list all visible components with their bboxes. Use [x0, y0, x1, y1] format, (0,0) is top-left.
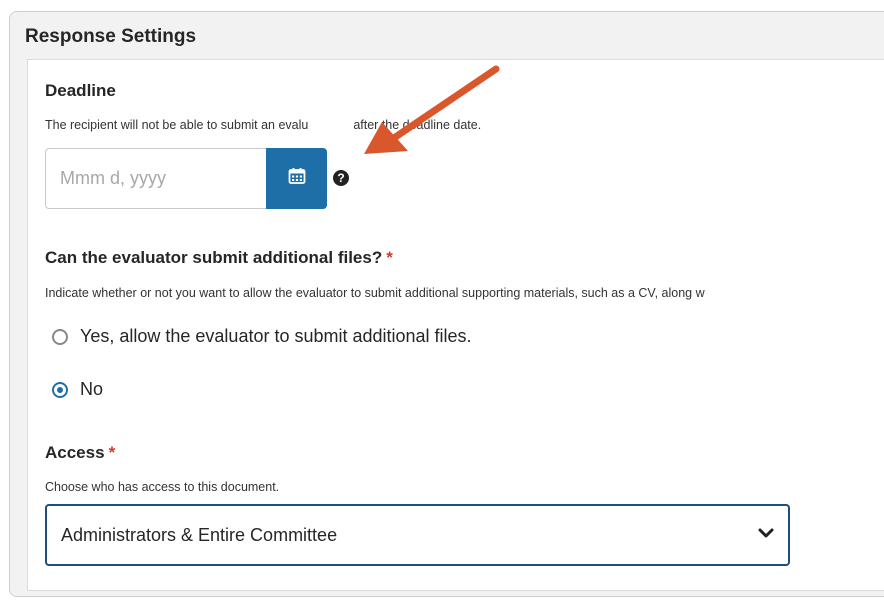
access-select[interactable]: Administrators & Entire Committee — [45, 504, 790, 566]
help-icon[interactable]: ? — [333, 170, 349, 186]
deadline-help-start: The recipient will not be able to submit… — [45, 118, 309, 132]
files-help-text: Indicate whether or not you want to allo… — [45, 286, 705, 300]
calendar-button[interactable] — [266, 148, 327, 209]
deadline-title: Deadline — [45, 81, 116, 100]
radio-checked-icon[interactable] — [52, 381, 68, 398]
deadline-date-input[interactable] — [45, 148, 267, 209]
access-title-text: Access — [45, 443, 105, 462]
calendar-icon — [288, 167, 306, 190]
access-selected-value: Administrators & Entire Committee — [61, 524, 338, 545]
access-help-text: Choose who has access to this document. — [45, 480, 280, 494]
annotation-arrow-icon — [364, 65, 500, 154]
required-marker: * — [108, 443, 116, 462]
radio-yes-label: Yes, allow the evaluator to submit addit… — [80, 326, 472, 346]
required-marker: * — [386, 248, 393, 267]
radio-option-yes[interactable]: Yes, allow the evaluator to submit addit… — [52, 326, 472, 347]
files-question-title: Can the evaluator submit additional file… — [45, 248, 393, 268]
files-question-text: Can the evaluator submit additional file… — [45, 248, 383, 267]
panel-title: Response Settings — [25, 26, 197, 47]
radio-no-label: No — [80, 379, 104, 399]
chevron-down-icon — [758, 526, 774, 544]
radio-unchecked-icon[interactable] — [52, 328, 68, 345]
access-title: Access * — [45, 443, 115, 463]
radio-option-no[interactable]: No — [52, 379, 103, 400]
